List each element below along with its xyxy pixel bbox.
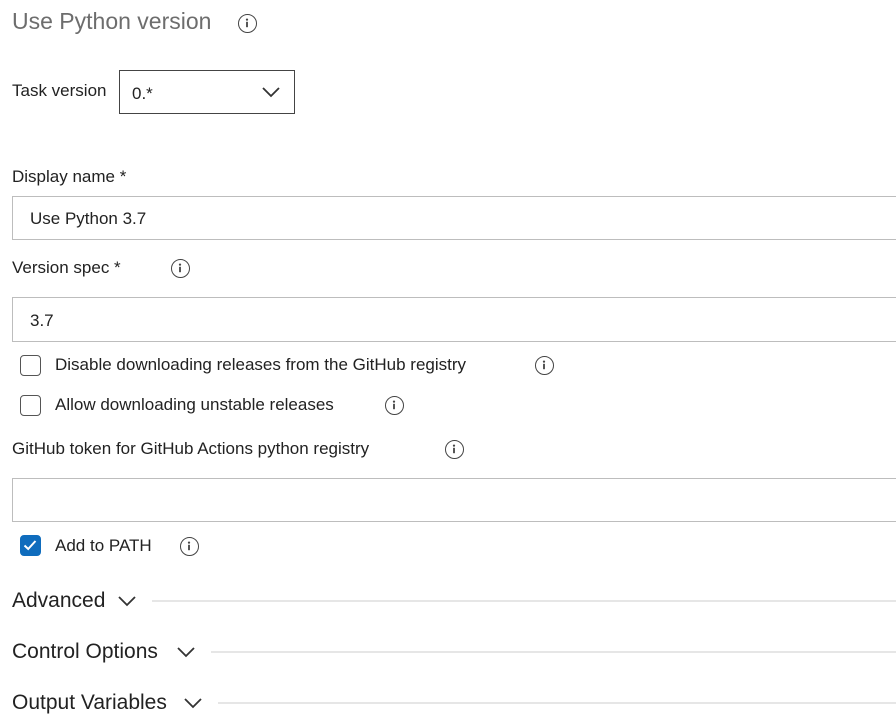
display-name-label: Display name *	[12, 167, 127, 186]
task-version-label: Task version	[12, 81, 107, 100]
add-to-path-label: Add to PATH	[55, 536, 152, 555]
task-version-value: 0.*	[132, 84, 153, 103]
version-spec-label: Version spec *	[12, 258, 121, 277]
version-spec-input[interactable]: 3.7	[12, 297, 896, 342]
chevron-down-icon	[262, 87, 280, 98]
page-title: Use Python version	[12, 8, 212, 34]
disable-downloading-label: Disable downloading releases from the Gi…	[55, 355, 467, 374]
info-icon[interactable]	[171, 259, 190, 278]
version-spec-value: 3.7	[30, 311, 54, 330]
checkmark-icon	[23, 540, 37, 551]
disable-downloading-checkbox[interactable]	[20, 355, 41, 376]
section-divider	[218, 702, 896, 704]
info-icon[interactable]	[180, 537, 199, 556]
section-divider	[211, 651, 896, 653]
github-token-label: GitHub token for GitHub Actions python r…	[12, 439, 370, 458]
chevron-down-icon[interactable]	[184, 698, 202, 709]
display-name-input[interactable]: Use Python 3.7	[12, 196, 896, 240]
github-token-input[interactable]	[12, 478, 896, 522]
allow-unstable-checkbox[interactable]	[20, 395, 41, 416]
allow-unstable-label: Allow downloading unstable releases	[55, 395, 334, 414]
section-output-variables-header[interactable]: Output Variables	[12, 691, 167, 715]
info-icon[interactable]	[238, 14, 257, 33]
section-advanced-header[interactable]: Advanced	[12, 589, 105, 613]
chevron-down-icon[interactable]	[118, 596, 136, 607]
display-name-value: Use Python 3.7	[30, 209, 147, 228]
info-icon[interactable]	[535, 356, 554, 375]
task-version-dropdown[interactable]: 0.*	[119, 70, 295, 114]
info-icon[interactable]	[385, 396, 404, 415]
info-icon[interactable]	[445, 440, 464, 459]
section-control-options-header[interactable]: Control Options	[12, 640, 158, 664]
chevron-down-icon[interactable]	[177, 647, 195, 658]
add-to-path-checkbox[interactable]	[20, 535, 41, 556]
section-divider	[152, 600, 896, 602]
